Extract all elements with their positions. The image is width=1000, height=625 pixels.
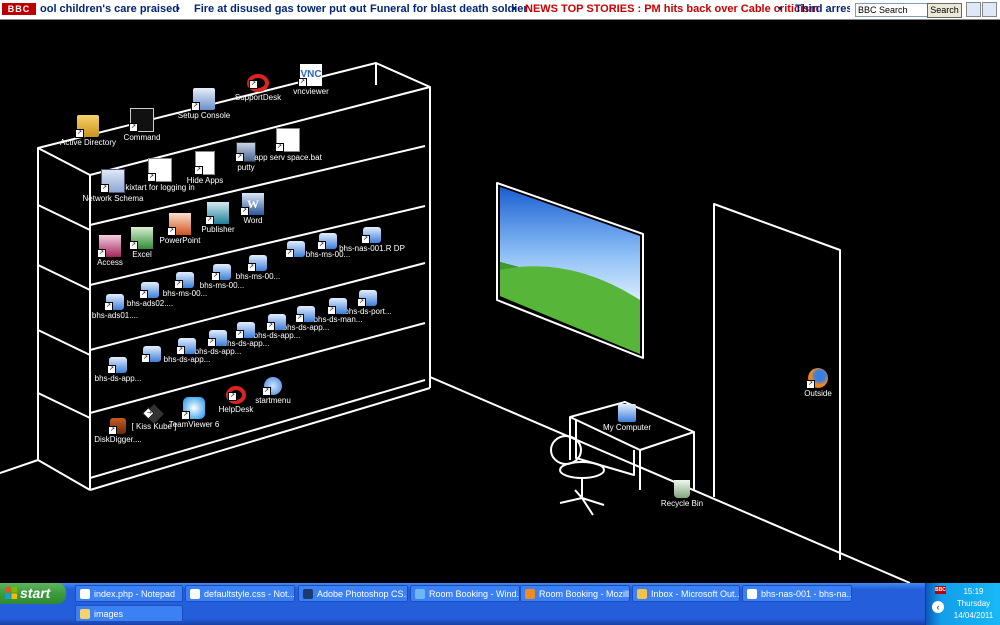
photoshop-icon <box>303 589 313 599</box>
folder-icon <box>80 609 90 619</box>
ie-icon <box>415 589 425 599</box>
clock-date: 14/04/2011 <box>953 611 994 620</box>
show-hidden-icons-icon[interactable]: ‹ <box>932 601 944 613</box>
notepad-icon <box>80 589 90 599</box>
system-tray: BBC ‹ 15:19 Thursday 14/04/2011 <box>925 583 1000 625</box>
desktop-icon-command[interactable]: ↗ Command <box>107 108 177 143</box>
lifebuoy-icon: ↗ <box>226 386 246 404</box>
my-computer-icon <box>618 404 636 422</box>
desktop-icon-diskdigger[interactable]: ↗ DiskDigger.... <box>83 418 153 445</box>
desktop-icon-bhs-nas-001[interactable]: ↗ bhs-nas-001.R DP <box>337 227 407 254</box>
start-label: start <box>20 585 51 601</box>
network-computer-icon: ↗ <box>361 227 381 244</box>
diskdigger-icon: ↗ <box>108 418 126 435</box>
remote-desktop-icon <box>747 589 757 599</box>
network-computer-icon: ↗ <box>104 294 124 311</box>
script-icon: ↗ <box>147 158 172 182</box>
room-wallpaper <box>0 62 911 584</box>
taskbar-button[interactable]: index.php - Notepad <box>75 585 183 602</box>
bbc-tray-icon[interactable]: BBC <box>935 586 946 594</box>
firefox-icon: ↗ <box>806 368 828 389</box>
batch-icon: ↗ <box>275 128 300 152</box>
taskbar-button[interactable]: defaultstyle.css - Not... <box>185 585 295 602</box>
taskbar-button[interactable]: Room Booking - Wind... <box>410 585 520 602</box>
desktop-icon-word[interactable]: W ↗ Word <box>218 193 288 226</box>
folder-people-icon: ↗ <box>75 115 99 138</box>
taskbar-button[interactable]: Room Booking - Mozill... <box>520 585 630 602</box>
taskbar: start index.php - Notepad defaultstyle.c… <box>0 583 1000 625</box>
desktop-icon-vncviewer[interactable]: VNC ↗ vncviewer <box>276 64 346 97</box>
word-icon: W ↗ <box>240 193 264 216</box>
windows-logo-icon <box>5 587 17 599</box>
floor-line-left <box>0 459 39 474</box>
taskbar-button[interactable]: Adobe Photoshop CS... <box>298 585 408 602</box>
vnc-icon: VNC ↗ <box>298 64 322 87</box>
taskbar-button[interactable]: images <box>75 605 183 622</box>
start-button[interactable]: start <box>0 583 66 604</box>
desktop-icon-my-computer[interactable]: My Computer <box>592 404 662 433</box>
desktop-icon-recycle-bin[interactable]: Recycle Bin <box>647 480 717 509</box>
network-computer-icon: ↗ <box>107 357 127 374</box>
visio-icon: ↗ <box>100 169 125 193</box>
outlook-icon <box>637 589 647 599</box>
setup-console-icon: ↗ <box>191 88 215 111</box>
recycle-bin-icon <box>674 480 690 498</box>
firefox-icon <box>525 589 535 599</box>
taskbar-button[interactable]: Inbox - Microsoft Out... <box>632 585 740 602</box>
console-icon: ↗ <box>129 108 154 132</box>
desktop-icon-app-serv-space[interactable]: ↗ app serv space.bat <box>253 128 323 163</box>
lifebuoy-icon: ↗ <box>247 74 269 92</box>
desktop-icon-server[interactable]: ↗ bhs-ds-app... <box>83 357 153 384</box>
desktop-icon-server[interactable]: ↗ bhs-ads01.... <box>80 294 150 321</box>
clock-time[interactable]: 15:19 <box>946 587 1000 596</box>
clock-day: Thursday <box>956 599 991 608</box>
network-computer-icon: ↗ <box>317 233 337 250</box>
notepad-icon <box>190 589 200 599</box>
taskbar-button[interactable]: bhs-nas-001 - bhs-na... <box>742 585 852 602</box>
desktop-icon-outside[interactable]: ↗ Outside <box>783 368 853 399</box>
